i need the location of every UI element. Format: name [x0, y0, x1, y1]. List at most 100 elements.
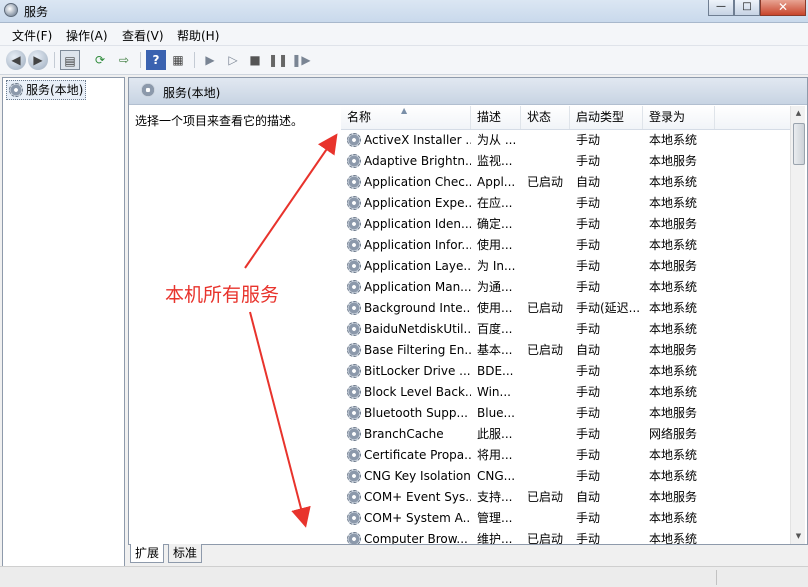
service-description: CNG...	[477, 469, 516, 483]
forward-icon[interactable]: ▶	[28, 50, 48, 70]
table-row[interactable]: Application Laye... 为 In... 手动 本地服务	[341, 256, 793, 277]
gear-icon	[347, 343, 361, 357]
column-startup-type[interactable]: 启动类型	[570, 106, 643, 129]
gear-icon	[347, 217, 361, 231]
service-status	[527, 130, 569, 151]
status-divider	[716, 570, 717, 585]
toolbar: ◀ ▶ ▤ ⟳ ⇨ ? ▦ ▶ ▷ ■ ❚❚ ❚▶	[0, 46, 808, 75]
menu-view[interactable]: 查看(V)	[122, 27, 164, 44]
service-startup-type: 自动	[576, 490, 601, 504]
service-description: Blue...	[477, 406, 515, 420]
service-logon-as: 本地系统	[649, 322, 698, 336]
start-service-icon[interactable]: ▶	[200, 50, 220, 70]
service-startup-type: 手动	[576, 364, 601, 378]
service-name-text: Application Man...	[364, 280, 471, 294]
table-row[interactable]: Application Iden... 确定... 手动 本地服务	[341, 214, 793, 235]
tab-extended[interactable]: 扩展	[130, 544, 165, 563]
column-description[interactable]: 描述	[471, 106, 521, 129]
service-status	[527, 235, 569, 256]
table-row[interactable]: BitLocker Drive ... BDE... 手动 本地系统	[341, 361, 793, 382]
service-name: Bluetooth Supp...	[347, 403, 471, 424]
services-app-icon	[4, 3, 18, 17]
table-row[interactable]: CNG Key Isolation CNG... 手动 本地系统	[341, 466, 793, 487]
pause-service-icon[interactable]: ❚❚	[268, 50, 288, 70]
service-name: Application Expe...	[347, 193, 471, 214]
table-row[interactable]: Base Filtering En... 基本... 已启动 自动 本地服务	[341, 340, 793, 361]
window-title: 服务	[24, 5, 49, 19]
gear-icon	[347, 301, 361, 315]
export-list-icon[interactable]: ⇨	[114, 50, 134, 70]
scroll-up-icon[interactable]: ▲	[791, 106, 805, 121]
service-name: Base Filtering En...	[347, 340, 471, 361]
help-icon[interactable]: ?	[146, 50, 166, 70]
refresh-icon[interactable]: ⟳	[90, 50, 110, 70]
menu-help[interactable]: 帮助(H)	[177, 27, 219, 44]
properties-icon[interactable]: ▦	[168, 50, 188, 70]
menu-action[interactable]: 操作(A)	[66, 27, 108, 44]
scroll-down-icon[interactable]: ▼	[791, 529, 805, 544]
scroll-thumb[interactable]	[793, 123, 805, 165]
table-row[interactable]: Application Man... 为通... 手动 本地系统	[341, 277, 793, 298]
service-name-text: Application Chec...	[364, 175, 471, 189]
table-row[interactable]: BranchCache 此服... 手动 网络服务	[341, 424, 793, 445]
main-header: 服务(本地)	[129, 78, 807, 105]
service-status	[527, 319, 569, 340]
table-row[interactable]: COM+ System A... 管理... 手动 本地系统	[341, 508, 793, 529]
title-bar: 服务 — □ ✕	[0, 0, 808, 23]
service-startup-type: 手动	[576, 427, 601, 441]
service-status	[527, 382, 569, 403]
service-startup-type: 手动	[576, 133, 601, 147]
gear-icon	[347, 385, 361, 399]
service-startup-type: 手动	[576, 406, 601, 420]
service-status: 已启动	[527, 301, 564, 315]
table-row[interactable]: ActiveX Installer ... 为从 ... 手动 本地系统	[341, 130, 793, 151]
service-logon-as: 本地服务	[649, 490, 698, 504]
table-row[interactable]: Adaptive Brightn... 监视... 手动 本地服务	[341, 151, 793, 172]
service-name: CNG Key Isolation	[347, 466, 471, 487]
service-name: Computer Brow...	[347, 529, 471, 544]
table-row[interactable]: COM+ Event Sys... 支持... 已启动 自动 本地服务	[341, 487, 793, 508]
column-name[interactable]: ▲ 名称	[341, 106, 471, 129]
service-status	[527, 466, 569, 487]
start-service-alt-icon[interactable]: ▷	[223, 50, 243, 70]
vertical-scrollbar[interactable]: ▲ ▼	[790, 106, 805, 544]
table-row[interactable]: Application Expe... 在应... 手动 本地系统	[341, 193, 793, 214]
close-button[interactable]: ✕	[760, 0, 806, 16]
back-icon[interactable]: ◀	[6, 50, 26, 70]
gear-icon	[347, 322, 361, 336]
menu-bar: 文件(F) 操作(A) 查看(V) 帮助(H)	[0, 23, 808, 46]
table-row[interactable]: Bluetooth Supp... Blue... 手动 本地服务	[341, 403, 793, 424]
gear-icon	[347, 238, 361, 252]
table-row[interactable]: Application Infor... 使用... 手动 本地系统	[341, 235, 793, 256]
table-row[interactable]: Block Level Back... Win... 手动 本地系统	[341, 382, 793, 403]
table-row[interactable]: Background Inte... 使用... 已启动 手动(延迟... 本地系统	[341, 298, 793, 319]
table-row[interactable]: Certificate Propa... 将用... 手动 本地系统	[341, 445, 793, 466]
column-logon-as[interactable]: 登录为	[643, 106, 715, 129]
service-startup-type: 手动	[576, 196, 601, 210]
tab-standard[interactable]: 标准	[168, 544, 203, 563]
minimize-button[interactable]: —	[708, 0, 734, 16]
show-hide-tree-icon[interactable]: ▤	[60, 50, 80, 70]
service-status	[527, 361, 569, 382]
service-name: ActiveX Installer ...	[347, 130, 471, 151]
service-description: 为 In...	[477, 259, 516, 273]
table-row[interactable]: BaiduNetdiskUtil... 百度... 手动 本地系统	[341, 319, 793, 340]
service-name: Certificate Propa...	[347, 445, 471, 466]
table-row[interactable]: Computer Brow... 维护... 已启动 手动 本地系统	[341, 529, 793, 544]
service-name-text: Bluetooth Supp...	[364, 406, 468, 420]
table-row[interactable]: Application Chec... Appl... 已启动 自动 本地系统	[341, 172, 793, 193]
service-name: Application Man...	[347, 277, 471, 298]
service-description: 此服...	[477, 427, 513, 441]
tree-item-services-local[interactable]: 服务(本地)	[6, 80, 87, 100]
service-status	[527, 424, 569, 445]
stop-service-icon[interactable]: ■	[245, 50, 265, 70]
restart-service-icon[interactable]: ❚▶	[291, 50, 311, 70]
service-startup-type: 自动	[576, 343, 601, 357]
column-status[interactable]: 状态	[521, 106, 570, 129]
service-description: 监视...	[477, 154, 513, 168]
service-name-text: Adaptive Brightn...	[364, 154, 471, 168]
menu-file[interactable]: 文件(F)	[12, 27, 52, 44]
maximize-button[interactable]: □	[734, 0, 760, 16]
gear-icon	[347, 280, 361, 294]
service-logon-as: 本地服务	[649, 217, 698, 231]
